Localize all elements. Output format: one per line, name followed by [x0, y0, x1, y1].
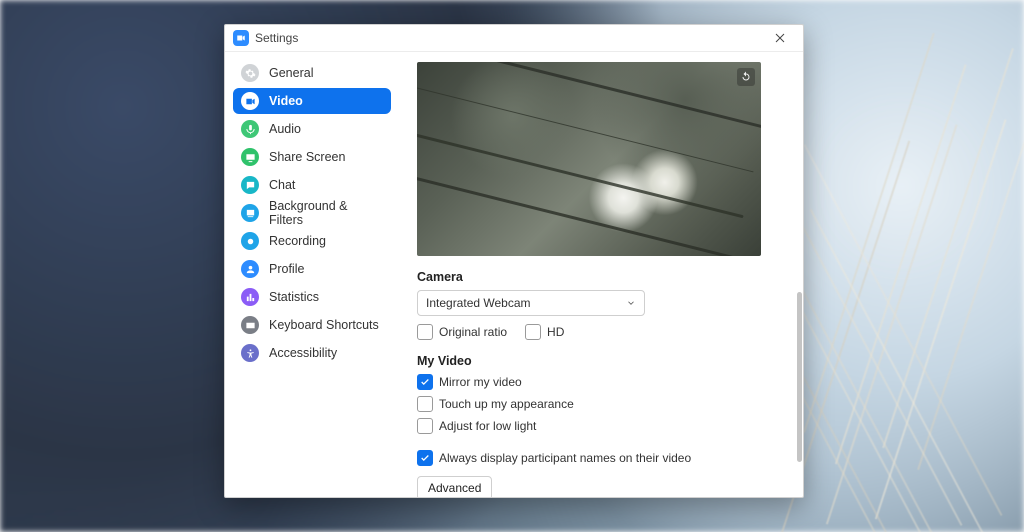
close-button[interactable]	[765, 25, 795, 51]
record-icon	[241, 232, 259, 250]
sidebar-item-keyboard-shortcuts[interactable]: Keyboard Shortcuts	[233, 312, 391, 338]
sidebar-item-label: Audio	[269, 122, 301, 136]
sidebar-item-label: Video	[269, 94, 303, 108]
sidebar-item-video[interactable]: Video	[233, 88, 391, 114]
sidebar-item-recording[interactable]: Recording	[233, 228, 391, 254]
hd-checkbox[interactable]: HD	[525, 324, 564, 340]
sidebar-item-general[interactable]: General	[233, 60, 391, 86]
touch-up-checkbox[interactable]: Touch up my appearance	[417, 396, 785, 412]
camera-heading: Camera	[417, 270, 785, 284]
video-preview	[417, 62, 761, 256]
my-video-heading: My Video	[417, 354, 785, 368]
hd-label: HD	[547, 325, 564, 339]
audio-icon	[241, 120, 259, 138]
always-names-checkbox[interactable]: Always display participant names on thei…	[417, 450, 785, 466]
low-light-checkbox[interactable]: Adjust for low light	[417, 418, 785, 434]
gear-icon	[241, 64, 259, 82]
share-icon	[241, 148, 259, 166]
checkbox-box	[417, 418, 433, 434]
sidebar-item-share-screen[interactable]: Share Screen	[233, 144, 391, 170]
camera-select[interactable]: Integrated Webcam	[417, 290, 645, 316]
profile-icon	[241, 260, 259, 278]
checkbox-box	[417, 374, 433, 390]
sidebar-item-label: Background & Filters	[269, 199, 383, 227]
sidebar-item-label: Accessibility	[269, 346, 337, 360]
sidebar-item-statistics[interactable]: Statistics	[233, 284, 391, 310]
settings-window: Settings General Video Audio Share Screen Ch…	[224, 24, 804, 498]
camera-select-value: Integrated Webcam	[426, 296, 531, 310]
titlebar: Settings	[225, 25, 803, 52]
sidebar-item-background-filters[interactable]: Background & Filters	[233, 200, 391, 226]
sidebar-item-label: Share Screen	[269, 150, 345, 164]
checkbox-box	[417, 450, 433, 466]
settings-content: Camera Integrated Webcam Original ratio …	[399, 52, 803, 497]
app-icon	[233, 30, 249, 46]
mirror-label: Mirror my video	[439, 375, 522, 389]
checkbox-box	[417, 396, 433, 412]
low-light-label: Adjust for low light	[439, 419, 536, 433]
original-ratio-checkbox[interactable]: Original ratio	[417, 324, 507, 340]
rotate-preview-button[interactable]	[737, 68, 755, 86]
chevron-down-icon	[626, 298, 636, 308]
sidebar-item-label: Recording	[269, 234, 326, 248]
sidebar-item-audio[interactable]: Audio	[233, 116, 391, 142]
chat-icon	[241, 176, 259, 194]
a11y-icon	[241, 344, 259, 362]
sidebar-item-label: Chat	[269, 178, 295, 192]
filters-icon	[241, 204, 259, 222]
original-ratio-label: Original ratio	[439, 325, 507, 339]
sidebar-item-label: Statistics	[269, 290, 319, 304]
sidebar-item-label: Keyboard Shortcuts	[269, 318, 379, 332]
checkbox-box	[417, 324, 433, 340]
advanced-button[interactable]: Advanced	[417, 476, 492, 497]
sidebar-item-label: Profile	[269, 262, 304, 276]
stats-icon	[241, 288, 259, 306]
settings-sidebar: General Video Audio Share Screen Chat Backgro…	[225, 52, 399, 497]
sidebar-item-profile[interactable]: Profile	[233, 256, 391, 282]
scrollbar-thumb[interactable]	[797, 292, 802, 462]
video-icon	[241, 92, 259, 110]
sidebar-item-accessibility[interactable]: Accessibility	[233, 340, 391, 366]
sidebar-item-chat[interactable]: Chat	[233, 172, 391, 198]
mirror-checkbox[interactable]: Mirror my video	[417, 374, 785, 390]
keyboard-icon	[241, 316, 259, 334]
touch-up-label: Touch up my appearance	[439, 397, 574, 411]
window-title: Settings	[255, 31, 298, 45]
sidebar-item-label: General	[269, 66, 313, 80]
always-names-label: Always display participant names on thei…	[439, 451, 691, 465]
checkbox-box	[525, 324, 541, 340]
